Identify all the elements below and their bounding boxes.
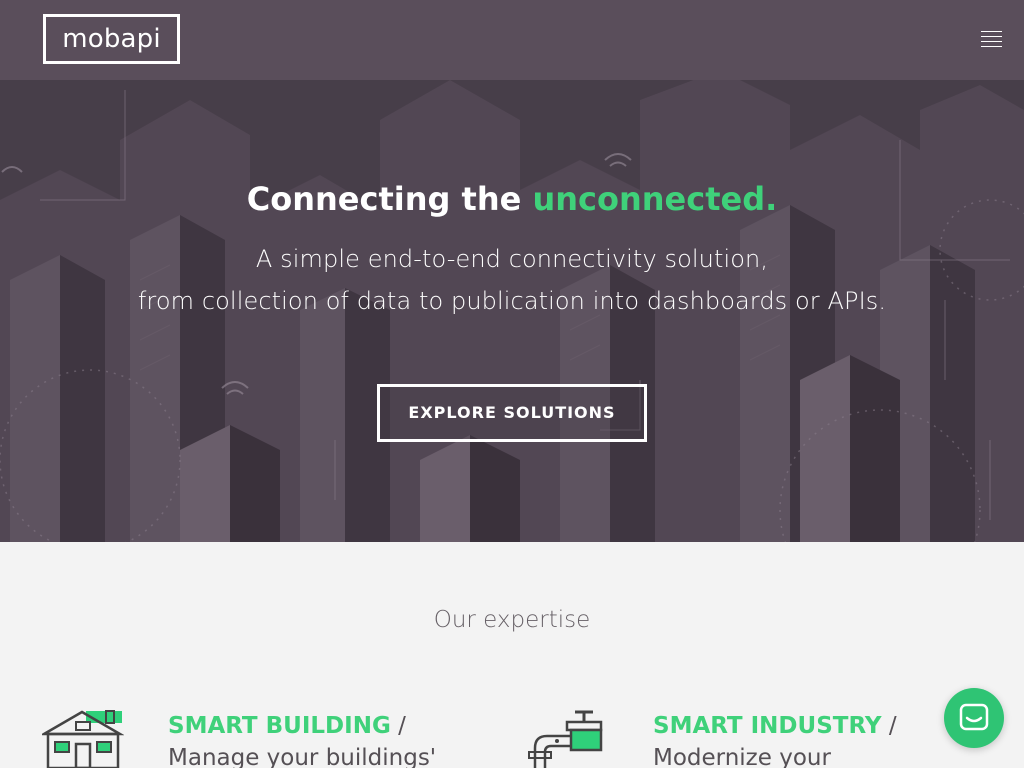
logo[interactable]: mobapi bbox=[43, 14, 180, 64]
smart-industry-title: SMART INDUSTRY bbox=[653, 713, 882, 739]
chat-launcher-button[interactable] bbox=[944, 688, 1004, 748]
explore-solutions-button[interactable]: EXPLORE SOLUTIONS bbox=[377, 384, 647, 442]
chat-bubble-icon bbox=[959, 703, 989, 731]
smart-building-description: Manage your buildings' energy bbox=[168, 745, 437, 768]
smart-industry-icon bbox=[528, 710, 603, 768]
hero-subtitle-line2: from collection of data to publication i… bbox=[137, 287, 887, 315]
smart-building-text: SMART BUILDING / Manage your buildings' … bbox=[168, 710, 498, 768]
smart-industry-description: Modernize your bbox=[653, 745, 831, 768]
smart-building-title: SMART BUILDING bbox=[168, 713, 391, 739]
hero-content: Connecting the unconnected. A simple end… bbox=[0, 80, 1024, 542]
separator: / bbox=[881, 713, 897, 739]
separator: / bbox=[390, 713, 406, 739]
headline-prefix: Connecting the bbox=[246, 180, 522, 218]
hamburger-menu-icon[interactable] bbox=[981, 31, 1002, 48]
smart-building-icon bbox=[42, 710, 124, 768]
headline-accent: unconnected. bbox=[532, 180, 778, 218]
expertise-section-title: Our expertise bbox=[433, 607, 591, 633]
hero-headline: Connecting the unconnected. bbox=[0, 180, 1024, 218]
hero-subtitle-line1: A simple end-to-end connectivity solutio… bbox=[255, 245, 769, 273]
smart-industry-text: SMART INDUSTRY / Modernize your bbox=[653, 710, 983, 768]
site-header: mobapi bbox=[0, 0, 1024, 80]
hero-section: Connecting the unconnected. A simple end… bbox=[0, 80, 1024, 542]
